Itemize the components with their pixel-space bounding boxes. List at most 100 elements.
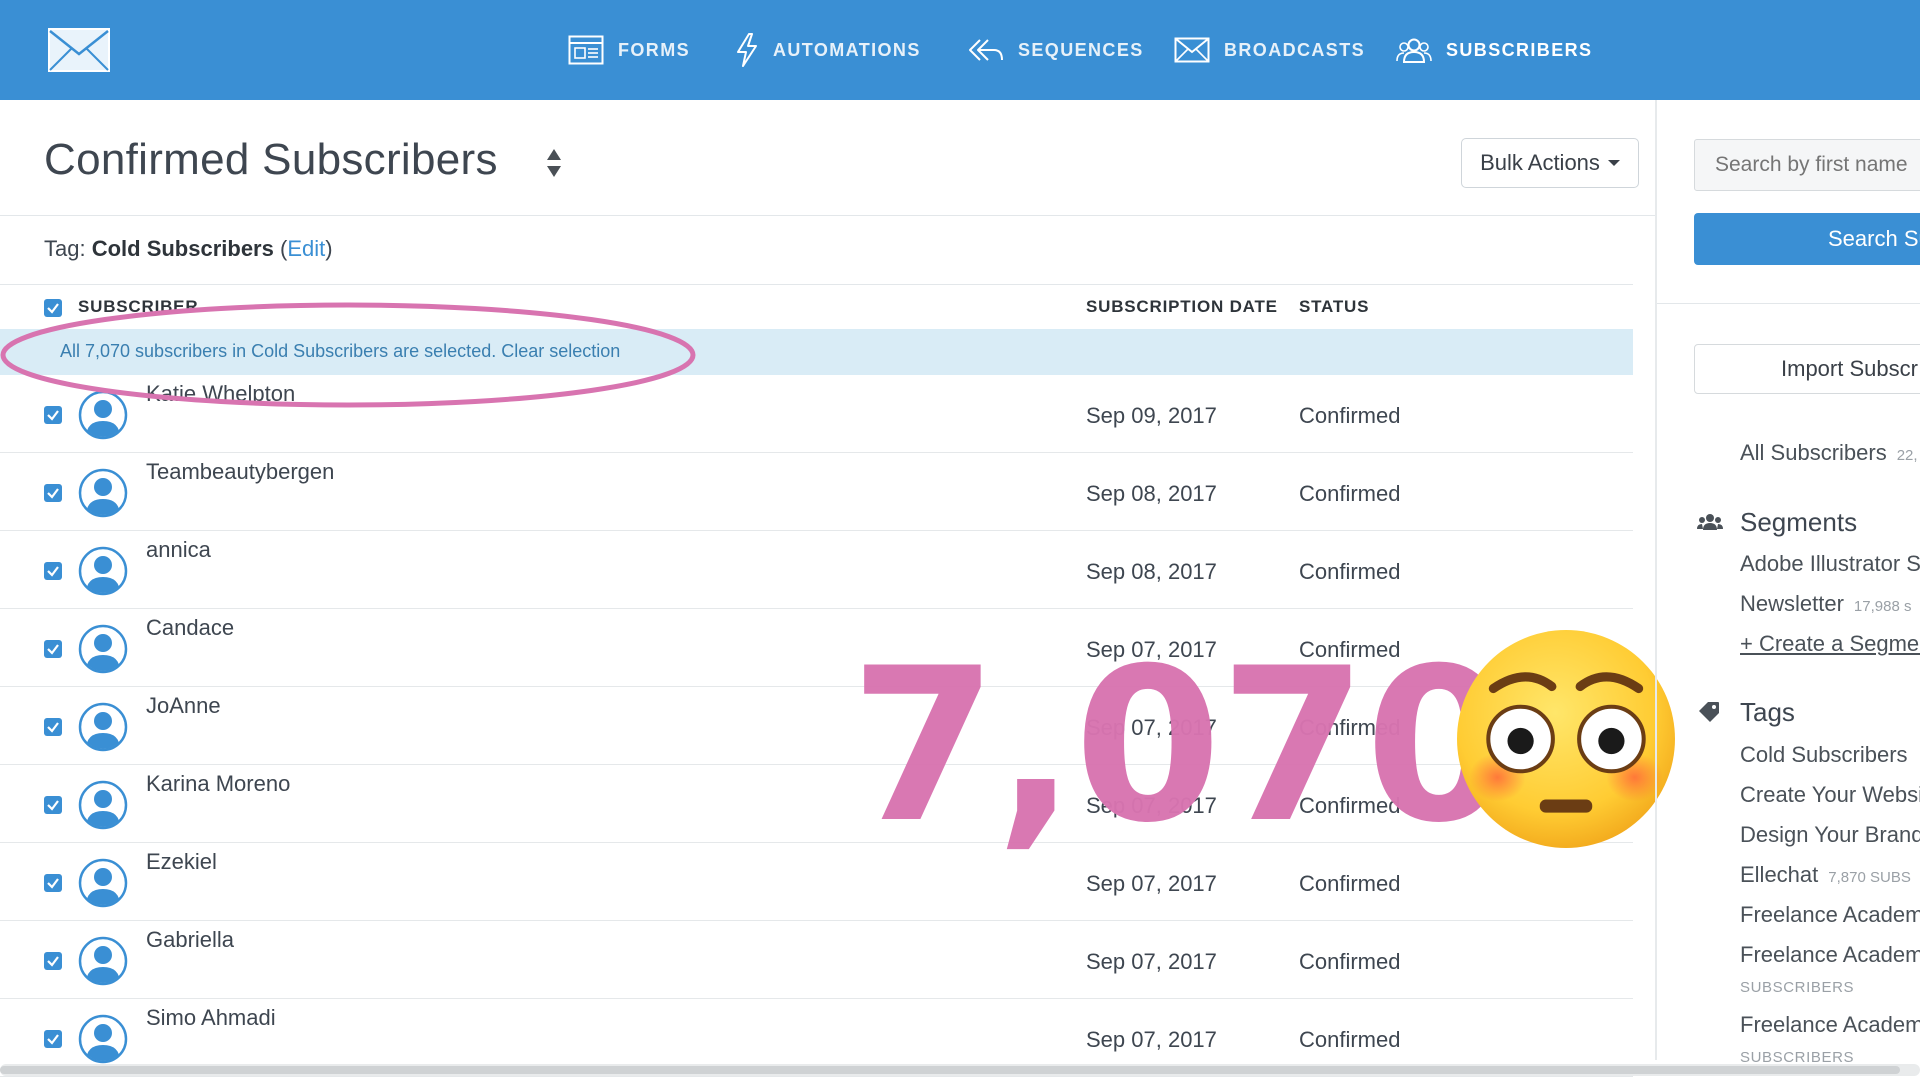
tag-item[interactable]: Freelance Academ [1740,1012,1920,1038]
row-checkbox[interactable] [44,796,62,814]
avatar-icon[interactable] [78,780,128,830]
subscriber-name[interactable]: Ezekiel [146,849,217,875]
tag-item[interactable]: Cold Subscribers [1740,742,1918,768]
tag-item[interactable]: Freelance Academ [1740,942,1920,968]
subscriber-name[interactable]: Karina Moreno [146,771,290,797]
row-divider [0,530,1633,531]
bulk-actions-button[interactable]: Bulk Actions [1461,138,1639,188]
tag-label: Freelance Academ [1740,902,1920,927]
tag-item[interactable]: Ellechat 7,870 SUBS [1740,862,1911,888]
tag-paren-close: ) [325,236,333,261]
subscriber-name[interactable]: Simo Ahmadi [146,1005,276,1031]
tag-count: 7,870 SUBS [1828,869,1911,886]
row-divider [0,998,1633,999]
row-divider [0,920,1633,921]
clear-selection-link[interactable]: Clear selection [501,341,620,361]
subscription-date: Sep 08, 2017 [1086,481,1217,506]
segment-label: Newsletter [1740,591,1844,616]
sidebar-all-subscribers[interactable]: All Subscribers 22, [1740,440,1918,466]
tag-subscriber-count: SUBSCRIBERS [1740,979,1855,996]
subscriber-name[interactable]: Gabriella [146,927,234,953]
column-header-subscriber[interactable]: SUBSCRIBER [78,297,198,317]
segment-count: 17,988 s [1853,598,1912,615]
tag-label: Design Your Brand [1740,822,1920,847]
row-checkbox[interactable] [44,562,62,580]
tag-filter-line: Tag: Cold Subscribers (Edit) [44,236,333,262]
status-text: Confirmed [1299,871,1401,896]
import-subscribers-button[interactable]: Import Subscr [1694,344,1920,394]
avatar-icon[interactable] [78,1014,128,1064]
tag-label: Freelance Academ [1740,1012,1920,1037]
users-icon [1396,37,1432,63]
row-checkbox[interactable] [44,1030,62,1048]
search-subscribers-button[interactable]: Search Su [1694,213,1920,265]
tag-paren-open: ( [273,236,288,261]
subscriber-name[interactable]: Teambeautybergen [146,459,334,485]
avatar-icon[interactable] [78,624,128,674]
nav-forms[interactable]: FORMS [568,0,690,100]
column-header-status[interactable]: STATUS [1299,297,1369,317]
edit-tag-link[interactable]: Edit [287,236,325,261]
scrollbar-thumb[interactable] [0,1066,1900,1074]
nav-subscribers[interactable]: SUBSCRIBERS [1396,0,1592,100]
create-segment-link[interactable]: + Create a Segmen [1740,631,1920,657]
tag-item[interactable]: Design Your Brand [1740,822,1920,848]
nav-automations-label: AUTOMATIONS [773,39,921,60]
form-icon [568,35,604,65]
mail-logo-icon[interactable] [48,28,110,72]
subscriber-name[interactable]: JoAnne [146,693,221,719]
select-all-checkbox[interactable] [44,299,62,317]
search-button-label: Search Su [1828,226,1920,251]
avatar-icon[interactable] [78,546,128,596]
nav-automations[interactable]: AUTOMATIONS [735,0,921,100]
avatar-icon[interactable] [78,390,128,440]
avatar-icon[interactable] [78,702,128,752]
segment-item[interactable]: Newsletter 17,988 s [1740,591,1911,617]
row-checkbox[interactable] [44,484,62,502]
tag-item[interactable]: Create Your Websi [1740,782,1920,808]
row-checkbox[interactable] [44,952,62,970]
row-divider [0,1076,1633,1077]
row-checkbox[interactable] [44,874,62,892]
caret-down-icon [1607,160,1620,166]
subscription-date: Sep 07, 2017 [1086,1027,1217,1052]
row-checkbox[interactable] [44,406,62,424]
subscription-date: Sep 08, 2017 [1086,559,1217,584]
nav-broadcasts[interactable]: BROADCASTS [1174,0,1365,100]
nav-sequences[interactable]: SEQUENCES [968,0,1144,100]
all-subscribers-label: All Subscribers [1740,440,1887,465]
tag-prefix: Tag: [44,236,92,261]
nav-sequences-label: SEQUENCES [1018,39,1144,60]
nav-forms-label: FORMS [618,39,690,60]
subscriber-name[interactable]: Candace [146,615,234,641]
horizontal-scrollbar[interactable] [0,1064,1920,1076]
row-checkbox[interactable] [44,718,62,736]
reply-all-icon [968,38,1004,62]
tag-item[interactable]: Freelance Academ [1740,902,1920,928]
divider [0,215,1655,216]
column-header-subscription-date[interactable]: SUBSCRIPTION DATE [1086,297,1278,317]
subscription-date: Sep 09, 2017 [1086,403,1217,428]
sort-toggle-icon[interactable] [545,147,563,179]
row-divider [0,608,1633,609]
avatar-icon[interactable] [78,936,128,986]
segment-item[interactable]: Adobe Illustrator S [1740,551,1920,577]
tag-label: Cold Subscribers [1740,742,1908,767]
divider [1657,303,1920,304]
import-button-label: Import Subscr [1781,356,1918,381]
divider [0,284,1633,285]
subscriber-name[interactable]: annica [146,537,211,563]
row-checkbox[interactable] [44,640,62,658]
subscription-date: Sep 07, 2017 [1086,871,1217,896]
status-text: Confirmed [1299,1027,1401,1052]
avatar-icon[interactable] [78,468,128,518]
tag-name: Cold Subscribers [91,236,274,261]
avatar-icon[interactable] [78,858,128,908]
status-text: Confirmed [1299,949,1401,974]
search-input[interactable] [1694,139,1920,191]
bulk-actions-label: Bulk Actions [1480,150,1600,175]
page-title: Confirmed Subscribers [44,135,498,184]
tag-label: Create Your Websi [1740,782,1920,807]
tag-label: Ellechat [1740,862,1819,887]
subscriber-name[interactable]: Katie Whelpton [146,381,295,407]
